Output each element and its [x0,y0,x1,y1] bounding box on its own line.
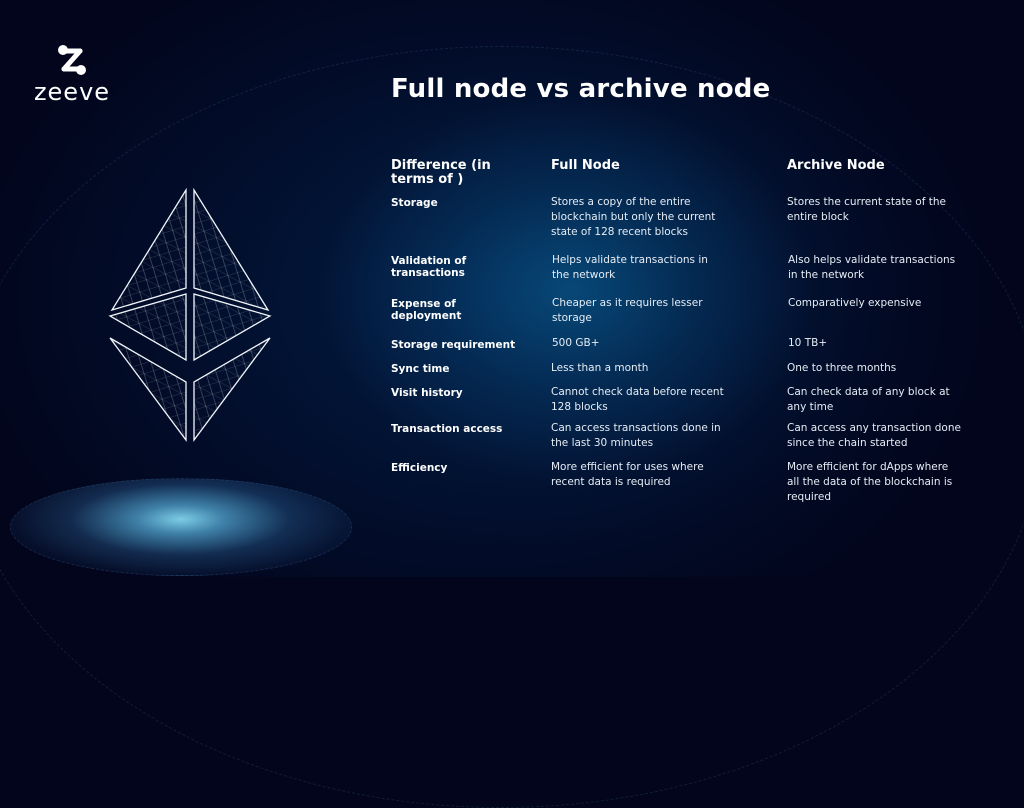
full-node-expense: Cheaper as it requires lesser storage [552,297,703,324]
row-label-transaction-access: Transaction access [391,423,503,435]
full-node-visit-history: Cannot check data before recent 128 bloc… [551,386,724,413]
row-label-storage: Storage [391,197,438,209]
full-node-storage-requirement: 500 GB+ [552,337,600,349]
slide-title: Full node vs archive node [391,74,771,104]
brand-name: zeeve [33,78,111,106]
row-label-visit-history: Visit history [391,387,463,399]
archive-node-visit-history: Can check data of any block at any time [787,386,950,413]
row-label-storage-requirement: Storage requirement [391,339,516,351]
full-node-transaction-access: Can access transactions done in the last… [551,422,721,449]
archive-node-storage-requirement: 10 TB+ [788,337,828,349]
full-node-efficiency: More efficient for uses where recent dat… [551,461,704,488]
row-label-sync-time: Sync time [391,363,450,375]
full-node-validation: Helps validate transactions in the netwo… [552,254,708,281]
archive-node-transaction-access: Can access any transaction done since th… [787,422,961,449]
archive-node-validation: Also helps validate transactions in the … [788,254,956,281]
row-label-efficiency: Efficiency [391,462,448,474]
full-node-sync-time: Less than a month [551,362,649,374]
archive-node-sync-time: One to three months [787,362,897,374]
zeeve-logo-icon [58,45,86,75]
column-header-full-node: Full Node [551,158,620,173]
glowing-platform [10,478,352,576]
zeeve-logo: zeeve [30,44,114,106]
archive-node-storage: Stores the current state of the entire b… [787,196,946,223]
archive-node-efficiency: More efficient for dApps where all the d… [787,461,953,503]
full-node-storage: Stores a copy of the entire blockchain b… [551,196,716,238]
column-header-archive-node: Archive Node [787,158,885,173]
ethereum-diamond-icon [108,188,272,442]
column-header-difference: Difference (in terms of ) [391,158,491,187]
row-label-expense: Expense of deployment [391,298,462,322]
archive-node-expense: Comparatively expensive [788,297,922,309]
row-label-validation: Validation of transactions [391,255,467,279]
